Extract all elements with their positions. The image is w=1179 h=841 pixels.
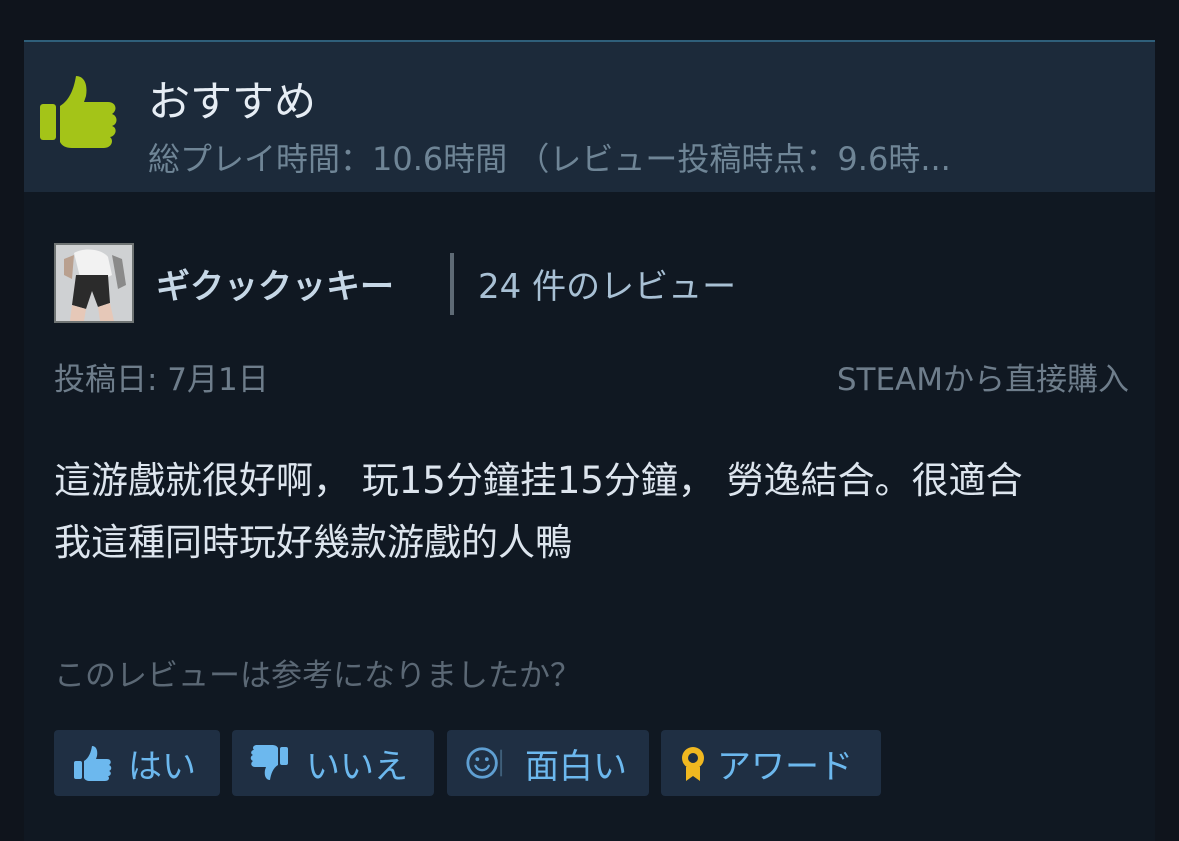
author-name[interactable]: ギクックッキー xyxy=(156,259,394,308)
review-body-line: 我這種同時玩好幾款游戲的人鴨 xyxy=(54,521,572,564)
award-button[interactable]: アワード xyxy=(661,730,881,796)
author-divider xyxy=(450,253,454,315)
avatar[interactable] xyxy=(54,243,134,323)
purchase-source: STEAMから直接購入 xyxy=(836,362,1129,398)
review-body-line: 這游戲就很好啊， 玩15分鐘挂15分鐘， 勞逸結合。很適合 xyxy=(54,459,1023,502)
vote-yes-button[interactable]: はい xyxy=(54,730,220,796)
award-label: アワード xyxy=(717,746,853,787)
review-header[interactable]: おすすめ 総プレイ時間：10.6時間 （レビュー投稿時点：9.6時... xyxy=(24,40,1155,192)
posted-date: 投稿日: 7月1日 xyxy=(54,362,269,398)
thumbs-up-icon xyxy=(74,746,112,781)
avatar-image xyxy=(56,245,132,321)
smiley-icon xyxy=(466,747,503,779)
thumbs-up-icon xyxy=(40,76,117,148)
vote-no-label: いいえ xyxy=(306,746,408,787)
vote-funny-label: 面白い xyxy=(525,746,627,787)
thumbs-down-icon xyxy=(250,745,288,780)
vote-no-button[interactable]: いいえ xyxy=(232,730,434,796)
recommendation-verdict: おすすめ xyxy=(148,77,317,126)
vote-funny-button[interactable]: 面白い xyxy=(447,730,649,796)
vote-yes-label: はい xyxy=(128,746,196,787)
author-review-count[interactable]: 24 件のレビュー xyxy=(478,259,736,308)
helpful-question: このレビューは参考になりましたか？ xyxy=(54,658,581,694)
review-card: おすすめ 総プレイ時間：10.6時間 （レビュー投稿時点：9.6時... ギクッ… xyxy=(24,40,1155,841)
award-ribbon-icon xyxy=(682,747,704,781)
playtime-info: 総プレイ時間：10.6時間 （レビュー投稿時点：9.6時... xyxy=(148,140,951,178)
review-body: 這游戲就很好啊， 玩15分鐘挂15分鐘， 勞逸結合。很適合 我這種同時玩好幾款游… xyxy=(54,450,1134,574)
